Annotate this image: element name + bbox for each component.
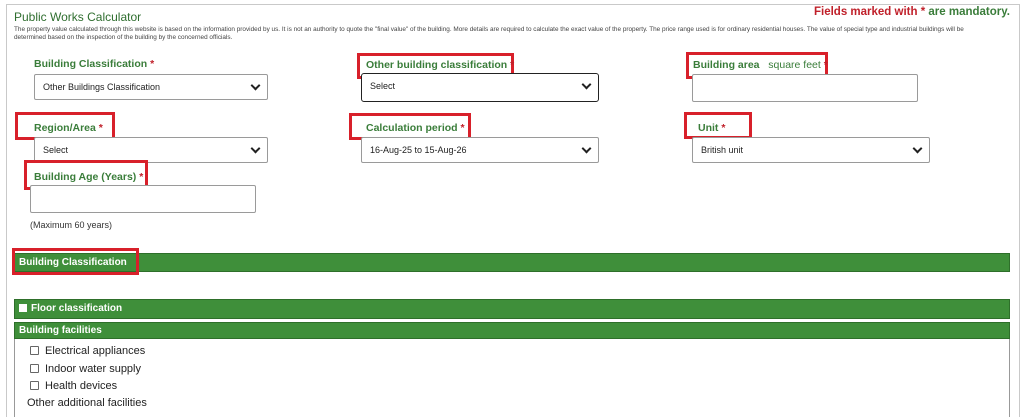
building-area-unit: square feet bbox=[768, 59, 821, 71]
building-facilities-title: Building facilities bbox=[19, 325, 102, 336]
required-star: * bbox=[98, 122, 103, 134]
floor-classification-toggle[interactable]: Floor classification bbox=[14, 299, 1010, 319]
chevron-down-icon bbox=[581, 79, 592, 90]
other-building-classification-value: Select bbox=[370, 81, 396, 91]
mandatory-note: Fields marked with * are mandatory. bbox=[814, 6, 1010, 18]
floor-classification-title: Floor classification bbox=[31, 303, 123, 314]
required-star: * bbox=[721, 122, 726, 134]
facility-health-devices[interactable]: Health devices bbox=[30, 380, 117, 392]
unit-label: Unit * bbox=[698, 122, 725, 134]
building-area-input[interactable] bbox=[692, 74, 918, 102]
square-icon bbox=[19, 304, 27, 312]
required-star: * bbox=[510, 59, 515, 71]
building-classification-label-text: Building Classification bbox=[34, 58, 148, 70]
other-additional-facilities-label: Other additional facilities bbox=[27, 397, 147, 409]
building-age-input[interactable] bbox=[30, 185, 256, 213]
mandatory-note-suffix: are mandatory. bbox=[925, 6, 1010, 18]
facility-indoor-water-supply[interactable]: Indoor water supply bbox=[30, 363, 141, 375]
building-age-hint: (Maximum 60 years) bbox=[30, 220, 113, 230]
building-area-label: Building area square feet * bbox=[693, 59, 828, 71]
region-area-label: Region/Area * bbox=[34, 122, 103, 134]
calculation-period-label: Calculation period * bbox=[366, 122, 465, 134]
chevron-down-icon bbox=[912, 143, 923, 154]
unit-value: British unit bbox=[701, 145, 744, 155]
other-building-classification-label: Other building classification * bbox=[366, 59, 514, 71]
checkbox[interactable] bbox=[30, 346, 39, 355]
building-classification-label: Building Classification * bbox=[34, 58, 154, 70]
facility-label: Electrical appliances bbox=[45, 345, 146, 357]
required-star: * bbox=[460, 122, 465, 134]
chevron-down-icon bbox=[250, 80, 261, 91]
calculation-period-value: 16-Aug-25 to 15-Aug-26 bbox=[370, 145, 467, 155]
calculation-period-label-text: Calculation period bbox=[366, 122, 458, 134]
page-title: Public Works Calculator bbox=[14, 10, 142, 24]
building-classification-select[interactable]: Other Buildings Classification bbox=[34, 74, 268, 100]
facility-label: Indoor water supply bbox=[45, 363, 141, 375]
checkbox[interactable] bbox=[30, 381, 39, 390]
required-star: * bbox=[139, 171, 144, 183]
facility-label: Health devices bbox=[45, 380, 118, 392]
building-classification-section-header: Building Classification bbox=[14, 253, 1010, 272]
required-star: * bbox=[823, 59, 828, 71]
required-star: * bbox=[150, 58, 155, 70]
checkbox[interactable] bbox=[30, 364, 39, 373]
building-age-label: Building Age (Years) * bbox=[34, 171, 143, 183]
region-area-label-text: Region/Area bbox=[34, 122, 96, 134]
building-classification-value: Other Buildings Classification bbox=[43, 82, 161, 92]
unit-label-text: Unit bbox=[698, 122, 719, 134]
disclaimer-text: The property value calculated through th… bbox=[14, 26, 964, 41]
mandatory-note-prefix: Fields marked with bbox=[813, 6, 921, 18]
unit-select[interactable]: British unit bbox=[692, 137, 930, 163]
highlight-box bbox=[12, 248, 139, 275]
building-area-label-text: Building area bbox=[693, 59, 760, 71]
facility-electrical-appliances[interactable]: Electrical appliances bbox=[30, 345, 145, 357]
building-facilities-header: Building facilities bbox=[14, 322, 1010, 339]
region-area-value: Select bbox=[43, 145, 69, 155]
building-age-label-text: Building Age (Years) bbox=[34, 171, 137, 183]
other-building-classification-label-text: Other building classification bbox=[366, 59, 508, 71]
calculation-period-select[interactable]: 16-Aug-25 to 15-Aug-26 bbox=[361, 137, 599, 163]
chevron-down-icon bbox=[581, 143, 592, 154]
other-building-classification-select[interactable]: Select bbox=[361, 73, 599, 102]
chevron-down-icon bbox=[250, 143, 261, 154]
